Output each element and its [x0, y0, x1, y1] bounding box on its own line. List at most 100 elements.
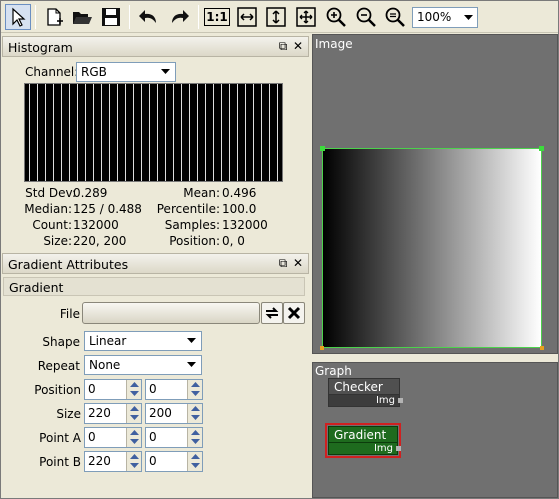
clear-file-button[interactable]: [283, 302, 305, 324]
float-panel-icon[interactable]: ⧉: [276, 39, 290, 53]
percentile-value: 100.0: [222, 202, 257, 216]
selection-handle[interactable]: [539, 146, 544, 151]
reload-button[interactable]: [261, 302, 283, 324]
spinbox-value: 200: [149, 406, 172, 420]
spinbox-value: 0: [149, 430, 157, 444]
new-document-icon[interactable]: [41, 4, 67, 30]
zoom-reset-icon[interactable]: [382, 4, 408, 30]
spinbox-buttons: [187, 428, 202, 447]
spin-down-icon[interactable]: [127, 461, 141, 470]
close-icon: [287, 306, 301, 320]
spinbox-value: 0: [88, 430, 96, 444]
repeat-value: None: [89, 358, 121, 372]
repeat-select[interactable]: None: [84, 355, 202, 375]
spinbox-buttons: [126, 380, 141, 399]
mean-label: Mean:: [183, 186, 220, 200]
size-y-spinbox[interactable]: 200: [145, 403, 203, 424]
histogram-bar: [109, 84, 110, 181]
histogram-bar: [269, 84, 270, 181]
position-x-spinbox[interactable]: 0: [84, 379, 142, 400]
median-label: Median:: [24, 202, 72, 216]
point-a-x-spinbox[interactable]: 0: [84, 427, 142, 448]
spin-down-icon[interactable]: [127, 389, 141, 398]
close-icon[interactable]: ✕: [291, 39, 305, 53]
graph-title: Graph: [315, 364, 352, 378]
gradient-attributes-title: Gradient Attributes: [8, 257, 129, 272]
histogram-bar: [141, 84, 142, 181]
float-panel-icon[interactable]: ⧉: [276, 256, 290, 270]
point-b-label: Point B: [39, 455, 81, 469]
redo-icon[interactable]: [166, 4, 192, 30]
position-y-spinbox[interactable]: 0: [145, 379, 203, 400]
zoom-actual-icon[interactable]: 1:1: [204, 4, 230, 30]
spin-up-icon[interactable]: [188, 404, 202, 413]
spin-down-icon[interactable]: [127, 413, 141, 422]
position-label: Position:: [169, 234, 220, 248]
spin-down-icon[interactable]: [188, 437, 202, 446]
undo-icon[interactable]: [136, 4, 162, 30]
spin-down-icon[interactable]: [188, 413, 202, 422]
histogram-bar: [117, 84, 118, 181]
histogram-panel-header: Histogram ⧉ ✕: [2, 36, 309, 57]
spin-up-icon[interactable]: [127, 404, 141, 413]
channel-select[interactable]: RGB: [76, 62, 176, 82]
fit-width-icon[interactable]: [234, 4, 260, 30]
fit-window-icon[interactable]: [293, 4, 319, 30]
histogram-bar: [69, 84, 70, 181]
histogram-bar: [277, 84, 278, 181]
spin-up-icon[interactable]: [127, 428, 141, 437]
fit-height-icon[interactable]: [263, 4, 289, 30]
shape-select[interactable]: Linear: [84, 331, 202, 351]
gradient-section-title: Gradient: [9, 280, 64, 295]
channel-value: RGB: [81, 65, 107, 79]
histogram-bar: [173, 84, 174, 181]
pointer-icon[interactable]: [5, 4, 31, 30]
samples-value: 132000: [222, 218, 268, 232]
spin-up-icon[interactable]: [188, 380, 202, 389]
graph-node-checker[interactable]: Checker Img: [328, 378, 403, 407]
gradient-image[interactable]: [322, 148, 542, 348]
mean-value: 0.496: [222, 186, 257, 200]
spin-down-icon[interactable]: [188, 389, 202, 398]
point-a-y-spinbox[interactable]: 0: [145, 427, 203, 448]
histogram-plot: [24, 83, 283, 182]
histogram-bar: [149, 84, 150, 181]
histogram-bar: [133, 84, 134, 181]
point-b-x-spinbox[interactable]: 220: [84, 451, 142, 472]
size-x-spinbox[interactable]: 220: [84, 403, 142, 424]
node-title: Checker: [328, 378, 400, 395]
spinbox-buttons: [126, 404, 141, 423]
output-pin[interactable]: [396, 446, 401, 451]
file-field[interactable]: [82, 302, 260, 324]
selection-handle[interactable]: [540, 346, 544, 350]
zoom-out-icon[interactable]: [353, 4, 379, 30]
spin-up-icon[interactable]: [127, 380, 141, 389]
spinbox-buttons: [126, 428, 141, 447]
graph-node-gradient[interactable]: Gradient Img: [325, 423, 401, 458]
zoom-select[interactable]: 100%: [412, 7, 478, 28]
spin-down-icon[interactable]: [127, 437, 141, 446]
spin-up-icon[interactable]: [188, 452, 202, 461]
gradient-attributes-header: Gradient Attributes ⧉ ✕: [2, 253, 309, 274]
chevron-down-icon: [157, 64, 173, 80]
toolbar-separator: [35, 5, 36, 29]
toolbar-separator: [198, 5, 199, 29]
gradient-section-header: Gradient: [3, 277, 305, 296]
close-icon[interactable]: ✕: [291, 256, 305, 270]
point-b-y-spinbox[interactable]: 0: [145, 451, 203, 472]
open-folder-icon[interactable]: [69, 4, 95, 30]
zoom-in-icon[interactable]: [323, 4, 349, 30]
selection-handle[interactable]: [320, 146, 325, 151]
histogram-bar: [189, 84, 190, 181]
spin-up-icon[interactable]: [188, 428, 202, 437]
spin-down-icon[interactable]: [188, 461, 202, 470]
spin-up-icon[interactable]: [127, 452, 141, 461]
zoom-value: 100%: [417, 10, 452, 24]
histogram-bar: [53, 84, 54, 181]
save-icon[interactable]: [98, 4, 124, 30]
selection-handle[interactable]: [320, 346, 324, 350]
histogram-bar: [253, 84, 254, 181]
samples-label: Samples:: [164, 218, 220, 232]
output-pin[interactable]: [398, 398, 403, 403]
spinbox-buttons: [187, 380, 202, 399]
